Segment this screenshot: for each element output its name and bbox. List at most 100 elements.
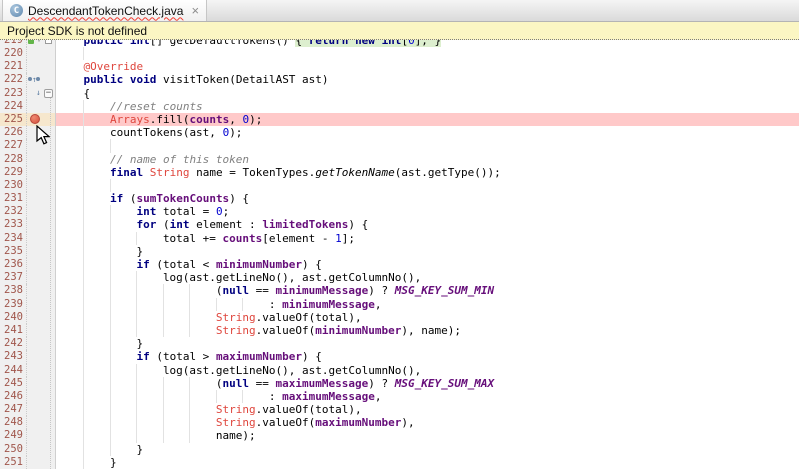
code-line[interactable]: 245 (null == maximumMessage) ? MSG_KEY_SU… [0, 377, 799, 390]
fold-gutter[interactable] [44, 60, 53, 73]
code-text[interactable]: } [56, 245, 799, 258]
code-line[interactable]: 223−{ [0, 87, 799, 100]
fold-gutter[interactable] [44, 324, 53, 337]
fold-gutter[interactable] [44, 258, 53, 271]
line-number[interactable]: 245 [0, 377, 27, 390]
code-text[interactable]: total += counts[element - 1]; [56, 232, 799, 245]
fold-gutter[interactable] [44, 271, 53, 284]
line-number[interactable]: 230 [0, 179, 27, 192]
gutter[interactable]: 247 [0, 403, 56, 416]
line-number[interactable]: 239 [0, 298, 27, 311]
gutter[interactable]: 251 [0, 456, 56, 469]
fold-gutter[interactable] [44, 245, 53, 258]
code-line[interactable]: 233for (int element : limitedTokens) { [0, 218, 799, 231]
code-line[interactable]: 228// name of this token [0, 153, 799, 166]
code-text[interactable]: countTokens(ast, 0); [56, 126, 799, 139]
gutter-icon-area[interactable] [27, 153, 44, 166]
code-line[interactable]: 226 countTokens(ast, 0); [0, 126, 799, 139]
code-text[interactable]: } [56, 456, 799, 469]
gutter[interactable]: 234 [0, 232, 56, 245]
gutter[interactable]: 237 [0, 271, 56, 284]
line-number[interactable]: 250 [0, 443, 27, 456]
gutter[interactable]: 229 [0, 166, 56, 179]
code-text[interactable]: public int[] getDefaultTokens() { return… [56, 40, 799, 47]
gutter[interactable]: 239 [0, 298, 56, 311]
gutter[interactable]: 230 [0, 179, 56, 192]
line-number[interactable]: 221 [0, 60, 27, 73]
line-number[interactable]: 227 [0, 139, 27, 152]
line-number[interactable]: 240 [0, 311, 27, 324]
gutter-icon-area[interactable] [27, 100, 44, 113]
gutter-icon-area[interactable] [27, 258, 44, 271]
line-number[interactable]: 222 [0, 73, 27, 86]
code-line[interactable]: 244log(ast.getLineNo(), ast.getColumnNo(… [0, 364, 799, 377]
line-number[interactable]: 236 [0, 258, 27, 271]
code-line[interactable]: 237log(ast.getLineNo(), ast.getColumnNo(… [0, 271, 799, 284]
fold-gutter[interactable] [44, 350, 53, 363]
fold-gutter[interactable] [44, 73, 53, 86]
gutter-icon-area[interactable] [27, 232, 44, 245]
line-number[interactable]: 251 [0, 456, 27, 469]
line-number[interactable]: 234 [0, 232, 27, 245]
gutter[interactable]: 250 [0, 443, 56, 456]
gutter[interactable]: 236 [0, 258, 56, 271]
fold-gutter[interactable] [44, 337, 53, 350]
code-text[interactable]: String.valueOf(total), [56, 403, 799, 416]
gutter[interactable]: 241 [0, 324, 56, 337]
code-text[interactable]: : maximumMessage, [56, 390, 799, 403]
line-number[interactable]: 246 [0, 390, 27, 403]
gutter[interactable]: 228 [0, 153, 56, 166]
fold-gutter[interactable] [44, 403, 53, 416]
code-text[interactable]: final String name = TokenTypes.getTokenN… [56, 166, 799, 179]
gutter-icon-area[interactable] [27, 192, 44, 205]
line-number[interactable]: 243 [0, 350, 27, 363]
code-line[interactable]: 238(null == minimumMessage) ? MSG_KEY_SU… [0, 284, 799, 297]
code-line[interactable]: 227 [0, 139, 799, 152]
line-number[interactable]: 220 [0, 47, 27, 60]
code-line[interactable]: 242} [0, 337, 799, 350]
fold-gutter[interactable] [44, 364, 53, 377]
code-line[interactable]: 236 if (total < minimumNumber) { [0, 258, 799, 271]
line-number[interactable]: 223 [0, 87, 27, 100]
code-text[interactable]: (null == maximumMessage) ? MSG_KEY_SUM_M… [56, 377, 799, 390]
gutter-icon-area[interactable] [27, 416, 44, 429]
line-number[interactable]: 226 [0, 126, 27, 139]
line-number[interactable]: 224 [0, 100, 27, 113]
line-number[interactable]: 233 [0, 218, 27, 231]
fold-gutter[interactable] [44, 100, 53, 113]
gutter[interactable]: 223− [0, 87, 56, 100]
line-number[interactable]: 237 [0, 271, 27, 284]
fold-gutter[interactable] [44, 205, 53, 218]
code-text[interactable]: public void visitToken(DetailAST ast) [56, 73, 799, 86]
gutter-icon-area[interactable] [27, 324, 44, 337]
code-text[interactable]: (null == minimumMessage) ? MSG_KEY_SUM_M… [56, 284, 799, 297]
code-line[interactable]: 248String.valueOf(maximumNumber), [0, 416, 799, 429]
code-line[interactable]: 235} [0, 245, 799, 258]
gutter[interactable]: 222↑↓ [0, 73, 56, 86]
code-text[interactable] [56, 139, 799, 152]
gutter[interactable]: 244 [0, 364, 56, 377]
line-number[interactable]: 244 [0, 364, 27, 377]
line-number[interactable]: 247 [0, 403, 27, 416]
line-number[interactable]: 231 [0, 192, 27, 205]
gutter-icon-area[interactable]: + [27, 40, 44, 47]
fold-gutter[interactable] [44, 218, 53, 231]
code-line[interactable]: 232int total = 0; [0, 205, 799, 218]
fold-gutter[interactable] [44, 166, 53, 179]
code-line[interactable]: 230 [0, 179, 799, 192]
fold-gutter[interactable] [44, 416, 53, 429]
gutter-icon-area[interactable] [27, 205, 44, 218]
code-line[interactable]: 251} [0, 456, 799, 469]
code-text[interactable]: if (total > maximumNumber) { [56, 350, 799, 363]
code-line[interactable]: 240String.valueOf(total), [0, 311, 799, 324]
code-text[interactable]: int total = 0; [56, 205, 799, 218]
gutter-icon-area[interactable] [27, 403, 44, 416]
code-line[interactable]: 241String.valueOf(minimumNumber), name); [0, 324, 799, 337]
gutter[interactable]: 243 [0, 350, 56, 363]
code-text[interactable]: : minimumMessage, [56, 298, 799, 311]
code-line[interactable]: 243 if (total > maximumNumber) { [0, 350, 799, 363]
fold-gutter[interactable] [44, 311, 53, 324]
line-number[interactable]: 229 [0, 166, 27, 179]
code-text[interactable]: // name of this token [56, 153, 799, 166]
code-text[interactable]: if (total < minimumNumber) { [56, 258, 799, 271]
